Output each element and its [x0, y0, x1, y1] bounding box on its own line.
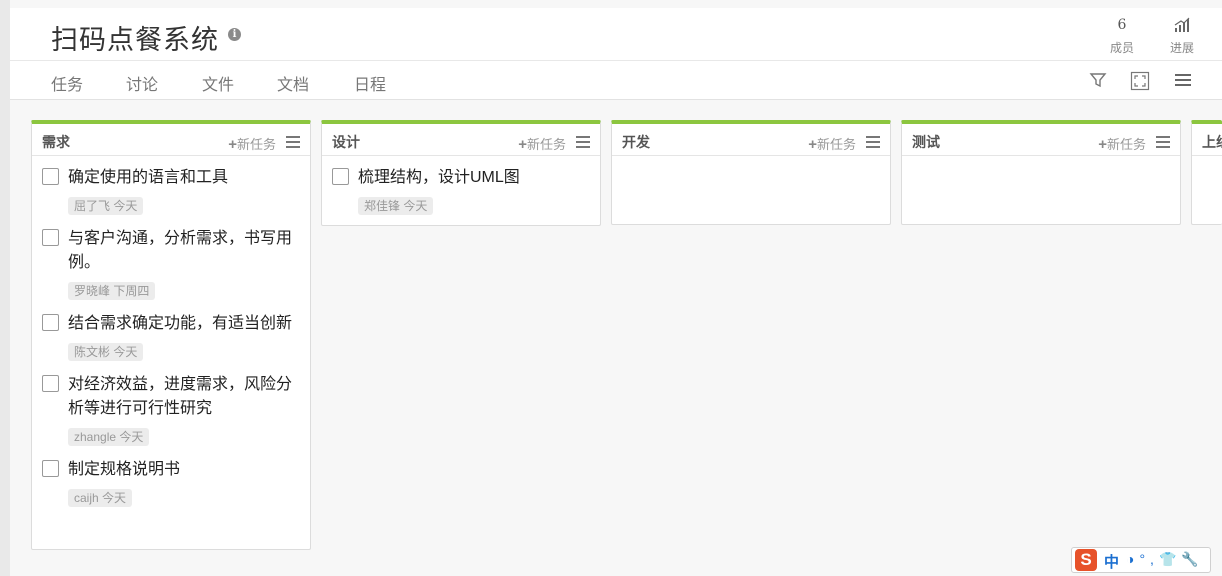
app: 扫码点餐系统 i 6 成员 进展 任务 讨论 文件 文档 日程 需求 +新任务 … [0, 0, 1222, 576]
task-card[interactable]: 制定规格说明书 caijh 今天 [32, 458, 310, 507]
new-task-button[interactable]: +新任务 [808, 134, 856, 153]
column-title: 开发 [622, 134, 650, 150]
task-meta: 屈了飞 今天 [68, 197, 144, 215]
task-meta: 陈文彬 今天 [68, 343, 144, 361]
task-card[interactable]: 与客户沟通，分析需求，书写用例。 罗晓峰 下周四 [32, 227, 310, 300]
ime-toolbar[interactable]: S 中 ◑°,👕🔧 [1071, 547, 1211, 573]
project-title: 扫码点餐系统 [51, 25, 219, 55]
task-card[interactable]: 对经济效益，进度需求，风险分析等进行可行性研究 zhangle 今天 [32, 373, 310, 446]
column-menu-icon[interactable] [866, 136, 880, 148]
left-edge [0, 0, 10, 576]
members-stat[interactable]: 6 成员 [1102, 16, 1142, 56]
new-task-label: 新任务 [526, 137, 566, 152]
column-header: 需求 +新任务 [32, 124, 310, 156]
project-header: 扫码点餐系统 i 6 成员 进展 [10, 8, 1222, 61]
column-menu-icon[interactable] [576, 136, 590, 148]
ime-mode-toggle[interactable]: 中 [1104, 551, 1119, 572]
column-title: 需求 [42, 134, 70, 150]
column-title: 测试 [912, 134, 940, 150]
task-meta: caijh 今天 [68, 489, 133, 507]
column-requirements: 需求 +新任务 确定使用的语言和工具 屈了飞 今天 与客户沟通，分析需求，书写用… [31, 120, 311, 550]
progress-icon [1162, 16, 1202, 34]
task-checkbox[interactable] [42, 229, 59, 246]
ime-logo: S [1075, 549, 1097, 571]
progress-stat[interactable]: 进展 [1162, 16, 1202, 56]
filter-icon[interactable] [1089, 71, 1109, 91]
task-meta: 郑佳锋 今天 [358, 197, 434, 215]
task-title: 结合需求确定功能，有适当创新 [68, 315, 293, 332]
column-development: 开发 +新任务 [611, 120, 891, 225]
tab-files[interactable]: 文件 [202, 71, 234, 95]
column-header: 上线 [1192, 124, 1222, 156]
task-title: 与客户沟通，分析需求，书写用例。 [68, 230, 293, 271]
task-checkbox[interactable] [42, 375, 59, 392]
tab-bar: 任务 讨论 文件 文档 日程 [10, 61, 1222, 100]
task-title: 梳理结构，设计UML图 [358, 169, 520, 186]
tab-tasks[interactable]: 任务 [51, 71, 83, 95]
column-header: 开发 +新任务 [612, 124, 890, 156]
task-card[interactable]: 结合需求确定功能，有适当创新 陈文彬 今天 [32, 312, 310, 361]
fullscreen-icon[interactable] [1130, 71, 1150, 91]
column-title: 上线 [1202, 134, 1222, 150]
tab-discussion[interactable]: 讨论 [126, 71, 158, 95]
column-header: 设计 +新任务 [322, 124, 600, 156]
task-meta: zhangle 今天 [68, 428, 150, 446]
task-checkbox[interactable] [42, 314, 59, 331]
column-testing: 测试 +新任务 [901, 120, 1181, 225]
task-title: 对经济效益，进度需求，风险分析等进行可行性研究 [68, 376, 293, 417]
new-task-button[interactable]: +新任务 [228, 134, 276, 153]
tab-docs[interactable]: 文档 [277, 71, 309, 95]
new-task-label: 新任务 [1106, 137, 1146, 152]
tab-schedule[interactable]: 日程 [354, 71, 386, 95]
new-task-button[interactable]: +新任务 [518, 134, 566, 153]
task-meta: 罗晓峰 下周四 [68, 282, 156, 300]
ime-tool-icons[interactable]: ◑°,👕🔧 [1126, 551, 1204, 568]
task-checkbox[interactable] [42, 168, 59, 185]
new-task-label: 新任务 [236, 137, 276, 152]
task-card[interactable]: 梳理结构，设计UML图 郑佳锋 今天 [322, 166, 600, 215]
task-title: 制定规格说明书 [68, 461, 181, 478]
members-label: 成员 [1109, 41, 1134, 55]
column-release: 上线 [1191, 120, 1222, 225]
column-title: 设计 [332, 134, 360, 150]
new-task-label: 新任务 [816, 137, 856, 152]
task-checkbox[interactable] [332, 168, 349, 185]
column-menu-icon[interactable] [1156, 136, 1170, 148]
menu-icon[interactable] [1174, 71, 1194, 91]
column-header: 测试 +新任务 [902, 124, 1180, 156]
members-count: 6 [1117, 17, 1127, 33]
new-task-button[interactable]: +新任务 [1098, 134, 1146, 153]
task-title: 确定使用的语言和工具 [68, 169, 229, 186]
column-design: 设计 +新任务 梳理结构，设计UML图 郑佳锋 今天 [321, 120, 601, 226]
column-menu-icon[interactable] [286, 136, 300, 148]
progress-label: 进展 [1169, 41, 1194, 55]
task-checkbox[interactable] [42, 460, 59, 477]
task-card[interactable]: 确定使用的语言和工具 屈了飞 今天 [32, 166, 310, 215]
info-icon[interactable]: i [228, 28, 241, 41]
